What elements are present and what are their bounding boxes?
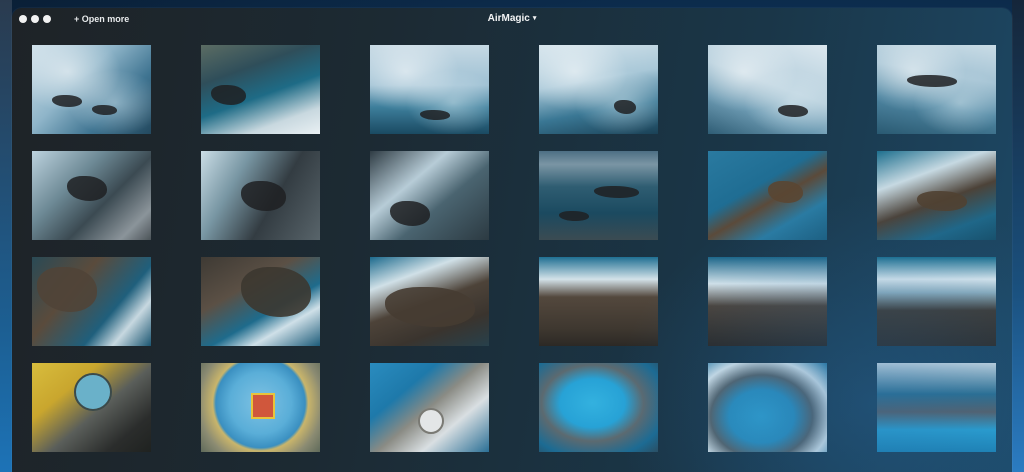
photo-grid [32, 45, 996, 452]
photo-thumbnail[interactable] [370, 151, 489, 240]
photo-thumbnail[interactable] [32, 257, 151, 346]
photo-thumbnail[interactable] [877, 363, 996, 452]
app-title-menu[interactable]: AirMagic ▾ [12, 13, 1012, 24]
photo-thumbnail[interactable] [370, 45, 489, 134]
photo-thumbnail[interactable] [539, 151, 658, 240]
photo-thumbnail[interactable] [877, 151, 996, 240]
photo-thumbnail[interactable] [201, 151, 320, 240]
chevron-down-icon: ▾ [532, 15, 537, 22]
photo-thumbnail[interactable] [539, 363, 658, 452]
photo-thumbnail[interactable] [32, 151, 151, 240]
photo-thumbnail[interactable] [708, 363, 827, 452]
photo-thumbnail[interactable] [370, 257, 489, 346]
photo-thumbnail[interactable] [708, 257, 827, 346]
photo-thumbnail[interactable] [32, 363, 151, 452]
photo-thumbnail[interactable] [539, 257, 658, 346]
photo-thumbnail[interactable] [201, 257, 320, 346]
app-window: + Open more AirMagic ▾ [12, 8, 1012, 472]
photo-thumbnail[interactable] [201, 45, 320, 134]
photo-thumbnail[interactable] [877, 257, 996, 346]
desktop-background-right [1012, 0, 1024, 472]
photo-thumbnail[interactable] [539, 45, 658, 134]
photo-thumbnail[interactable] [708, 45, 827, 134]
photo-thumbnail[interactable] [370, 363, 489, 452]
photo-thumbnail[interactable] [708, 151, 827, 240]
photo-thumbnail[interactable] [32, 45, 151, 134]
app-title: AirMagic [487, 13, 530, 24]
title-bar: + Open more AirMagic ▾ [12, 8, 1012, 30]
desktop-background-left [0, 0, 12, 472]
photo-thumbnail[interactable] [201, 363, 320, 452]
photo-thumbnail[interactable] [877, 45, 996, 134]
